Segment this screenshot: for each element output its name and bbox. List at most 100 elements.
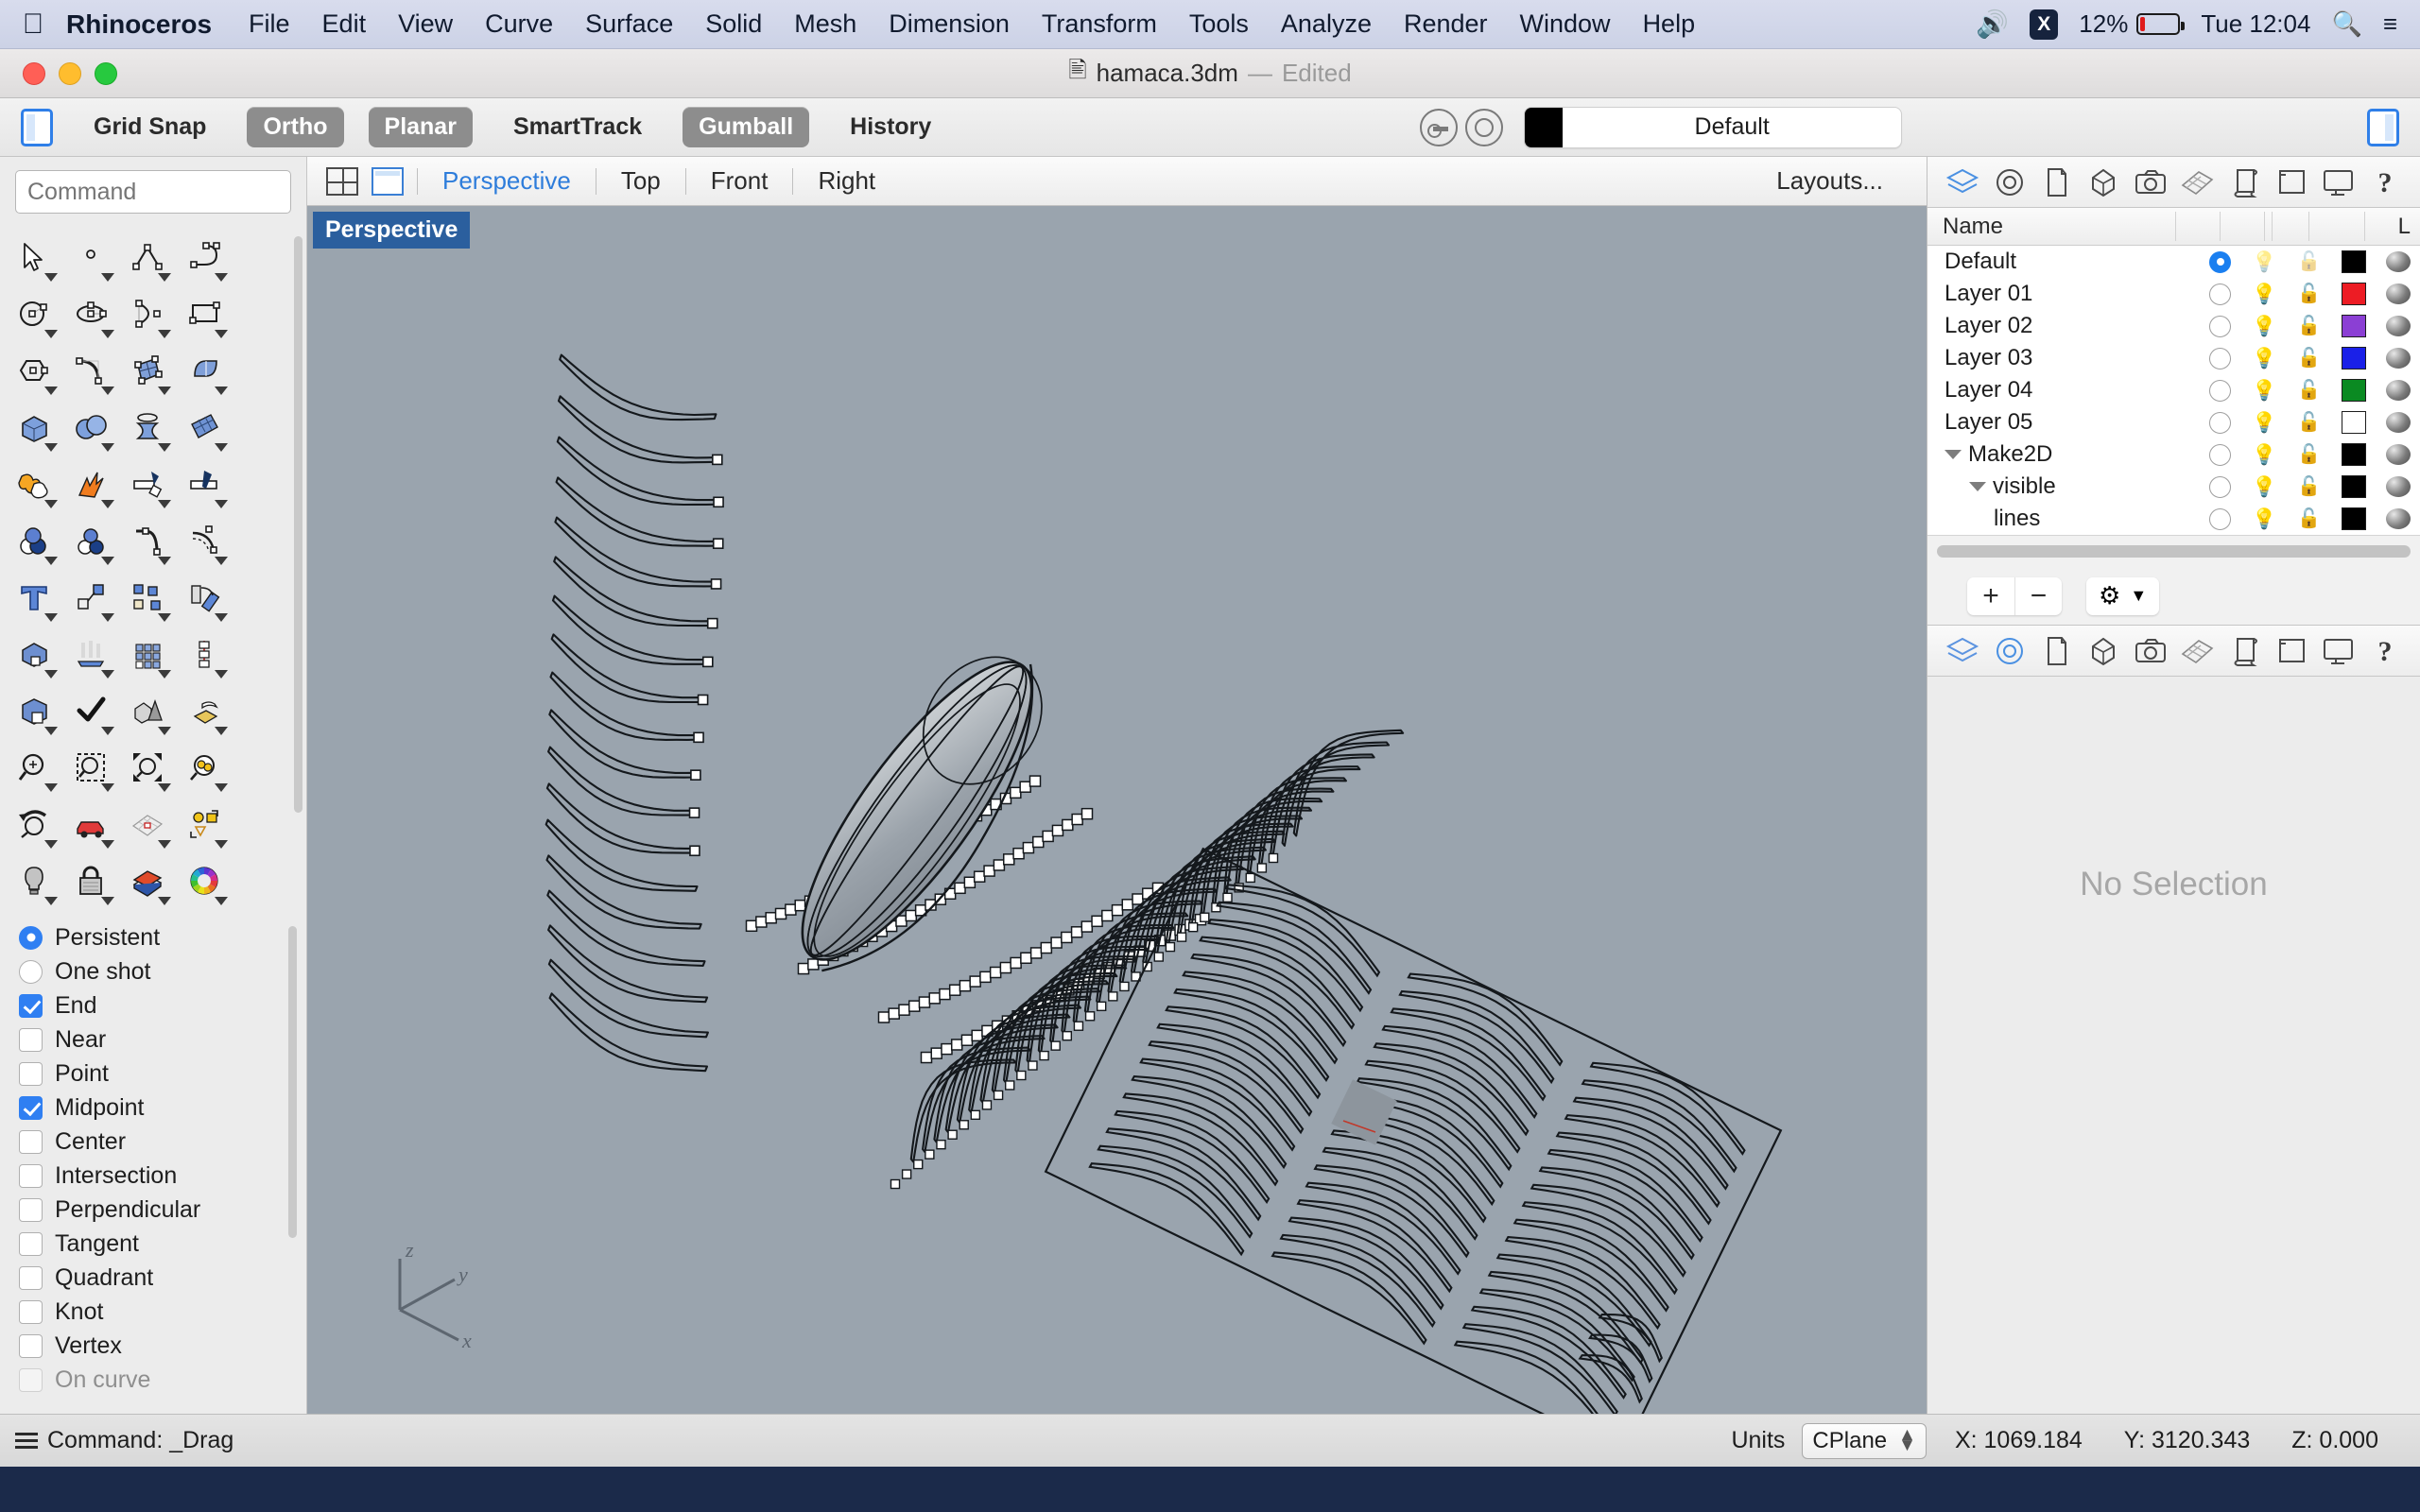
layer-lock-toggle[interactable]: 🔓 <box>2287 284 2331 303</box>
panel-tab-camera[interactable] <box>2131 163 2170 201</box>
select-arrow-icon[interactable] <box>6 229 62 285</box>
single-view-icon[interactable] <box>372 166 404 196</box>
padlock-open-icon[interactable]: 🔓 <box>2297 445 2321 464</box>
color-swatch-icon[interactable] <box>2341 507 2366 530</box>
current-layer-radio-icon[interactable] <box>2209 347 2231 369</box>
lightbulb-icon[interactable]: 💡 <box>2252 317 2276 336</box>
polygon-icon[interactable] <box>6 342 62 399</box>
flyout-caret-icon[interactable] <box>44 783 58 792</box>
join-icon[interactable] <box>6 455 62 512</box>
layer-name-cell[interactable]: Layer 05 <box>1927 409 2198 436</box>
current-layer-radio-icon[interactable] <box>2209 475 2231 498</box>
layer-material[interactable] <box>2376 380 2420 401</box>
color-swatch-icon[interactable] <box>2341 379 2366 402</box>
menu-surface[interactable]: Surface <box>569 9 689 39</box>
extrude-surface-icon[interactable] <box>176 342 233 399</box>
freeform-curve-icon[interactable] <box>62 342 119 399</box>
light-icon[interactable] <box>6 852 62 909</box>
named-view-icon[interactable] <box>176 796 233 852</box>
panel-tab-object[interactable] <box>2083 632 2123 670</box>
checkbox-icon[interactable] <box>19 1231 43 1256</box>
panel-tab-layers[interactable] <box>1943 632 1982 670</box>
apple-icon[interactable]:  <box>0 9 66 41</box>
material-sphere-icon[interactable] <box>2385 444 2411 465</box>
lightbulb-icon[interactable]: 💡 <box>2252 349 2276 369</box>
checkbox-icon[interactable] <box>19 1367 43 1392</box>
flyout-caret-icon[interactable] <box>101 387 114 395</box>
osnap-tangent[interactable]: Tangent <box>19 1227 306 1261</box>
flyout-caret-icon[interactable] <box>44 670 58 679</box>
panel-tab-properties[interactable] <box>1990 632 2030 670</box>
panel-tab-object[interactable] <box>2083 163 2123 201</box>
flyout-caret-icon[interactable] <box>215 670 228 679</box>
layer-list[interactable]: Default 💡 🔓 Layer 01 💡 🔓 Layer 02 💡 🔓 Layer 03 💡 🔓 L… <box>1927 246 2420 535</box>
panel-tab-render[interactable] <box>2224 163 2264 201</box>
boolean-union-icon[interactable] <box>6 512 62 569</box>
current-layer-color-swatch[interactable] <box>1525 107 1564 147</box>
circle-icon[interactable] <box>6 285 62 342</box>
volume-icon[interactable]: 🔊 <box>1976 9 2009 40</box>
close-button[interactable] <box>23 61 45 85</box>
layer-color-swatch[interactable] <box>2331 411 2376 434</box>
zoom-selected-icon[interactable] <box>176 739 233 796</box>
flyout-caret-icon[interactable] <box>44 613 58 622</box>
layer-material[interactable] <box>2376 476 2420 497</box>
tab-perspective[interactable]: Perspective <box>418 166 596 196</box>
padlock-open-icon[interactable]: 🔓 <box>2297 252 2321 271</box>
current-layer-selector[interactable]: Default <box>1524 106 1903 148</box>
flyout-caret-icon[interactable] <box>101 557 114 565</box>
layer-visibility-toggle[interactable]: 💡 <box>2242 317 2287 336</box>
osnap-quadrant[interactable]: Quadrant <box>19 1261 306 1295</box>
expander-icon[interactable] <box>1945 450 1962 459</box>
lock-icon[interactable] <box>62 852 119 909</box>
menu-curve[interactable]: Curve <box>469 9 569 39</box>
flyout-caret-icon[interactable] <box>158 783 171 792</box>
flyout-caret-icon[interactable] <box>101 273 114 282</box>
layer-lock-toggle[interactable]: 🔓 <box>2287 477 2331 496</box>
layer-lock-toggle[interactable]: 🔓 <box>2287 509 2331 528</box>
search-icon[interactable]: 🔍 <box>2331 9 2361 39</box>
panel-tab-display[interactable] <box>2318 632 2358 670</box>
app-status-icon[interactable]: X <box>2030 9 2059 40</box>
padlock-open-icon[interactable]: 🔓 <box>2297 349 2321 368</box>
layer-row[interactable]: Layer 03 💡 🔓 <box>1927 342 2420 374</box>
copy-icon[interactable] <box>119 569 176 626</box>
layer-color-swatch[interactable] <box>2331 347 2376 369</box>
flyout-caret-icon[interactable] <box>101 897 114 905</box>
tab-top[interactable]: Top <box>596 166 685 196</box>
cplane-icon[interactable] <box>119 796 176 852</box>
left-panel-icon[interactable] <box>21 108 53 146</box>
current-layer-radio-icon[interactable] <box>2209 250 2231 273</box>
layer-current-toggle[interactable] <box>2198 379 2242 402</box>
padlock-open-icon[interactable]: 🔓 <box>2297 317 2321 335</box>
mirror-icon[interactable] <box>62 626 119 682</box>
layer-row[interactable]: visible 💡 🔓 <box>1927 471 2420 503</box>
layer-color-swatch[interactable] <box>2331 443 2376 466</box>
menu-render[interactable]: Render <box>1388 9 1504 39</box>
toggle-smarttrack[interactable]: SmartTrack <box>497 107 658 147</box>
checkbox-icon[interactable] <box>19 1027 43 1052</box>
osnap-intersection[interactable]: Intersection <box>19 1159 306 1193</box>
command-input[interactable] <box>15 170 291 214</box>
layer-row[interactable]: Default 💡 🔓 <box>1927 246 2420 278</box>
add-layer-button[interactable]: + <box>1967 577 2014 615</box>
split-icon[interactable] <box>176 455 233 512</box>
layer-visibility-toggle[interactable]: 💡 <box>2242 509 2287 529</box>
flyout-caret-icon[interactable] <box>44 273 58 282</box>
checkbox-icon[interactable] <box>19 1163 43 1188</box>
layer-material[interactable] <box>2376 444 2420 465</box>
checkbox-icon[interactable] <box>19 1197 43 1222</box>
layer-current-toggle[interactable] <box>2198 475 2242 498</box>
lightbulb-icon[interactable]: 💡 <box>2252 477 2276 497</box>
flyout-caret-icon[interactable] <box>215 897 228 905</box>
layer-name-cell[interactable]: Layer 03 <box>1927 345 2198 371</box>
layer-lock-toggle[interactable]: 🔓 <box>2287 252 2331 271</box>
scrollbar-thumb[interactable] <box>1937 545 2411 558</box>
flyout-caret-icon[interactable] <box>215 783 228 792</box>
current-layer-radio-icon[interactable] <box>2209 507 2231 530</box>
right-panel-icon[interactable] <box>2367 108 2399 146</box>
color-swatch-icon[interactable] <box>2341 443 2366 466</box>
flyout-caret-icon[interactable] <box>44 443 58 452</box>
material-sphere-icon[interactable] <box>2385 476 2411 497</box>
control-center-icon[interactable]: ≡ <box>2383 9 2397 39</box>
